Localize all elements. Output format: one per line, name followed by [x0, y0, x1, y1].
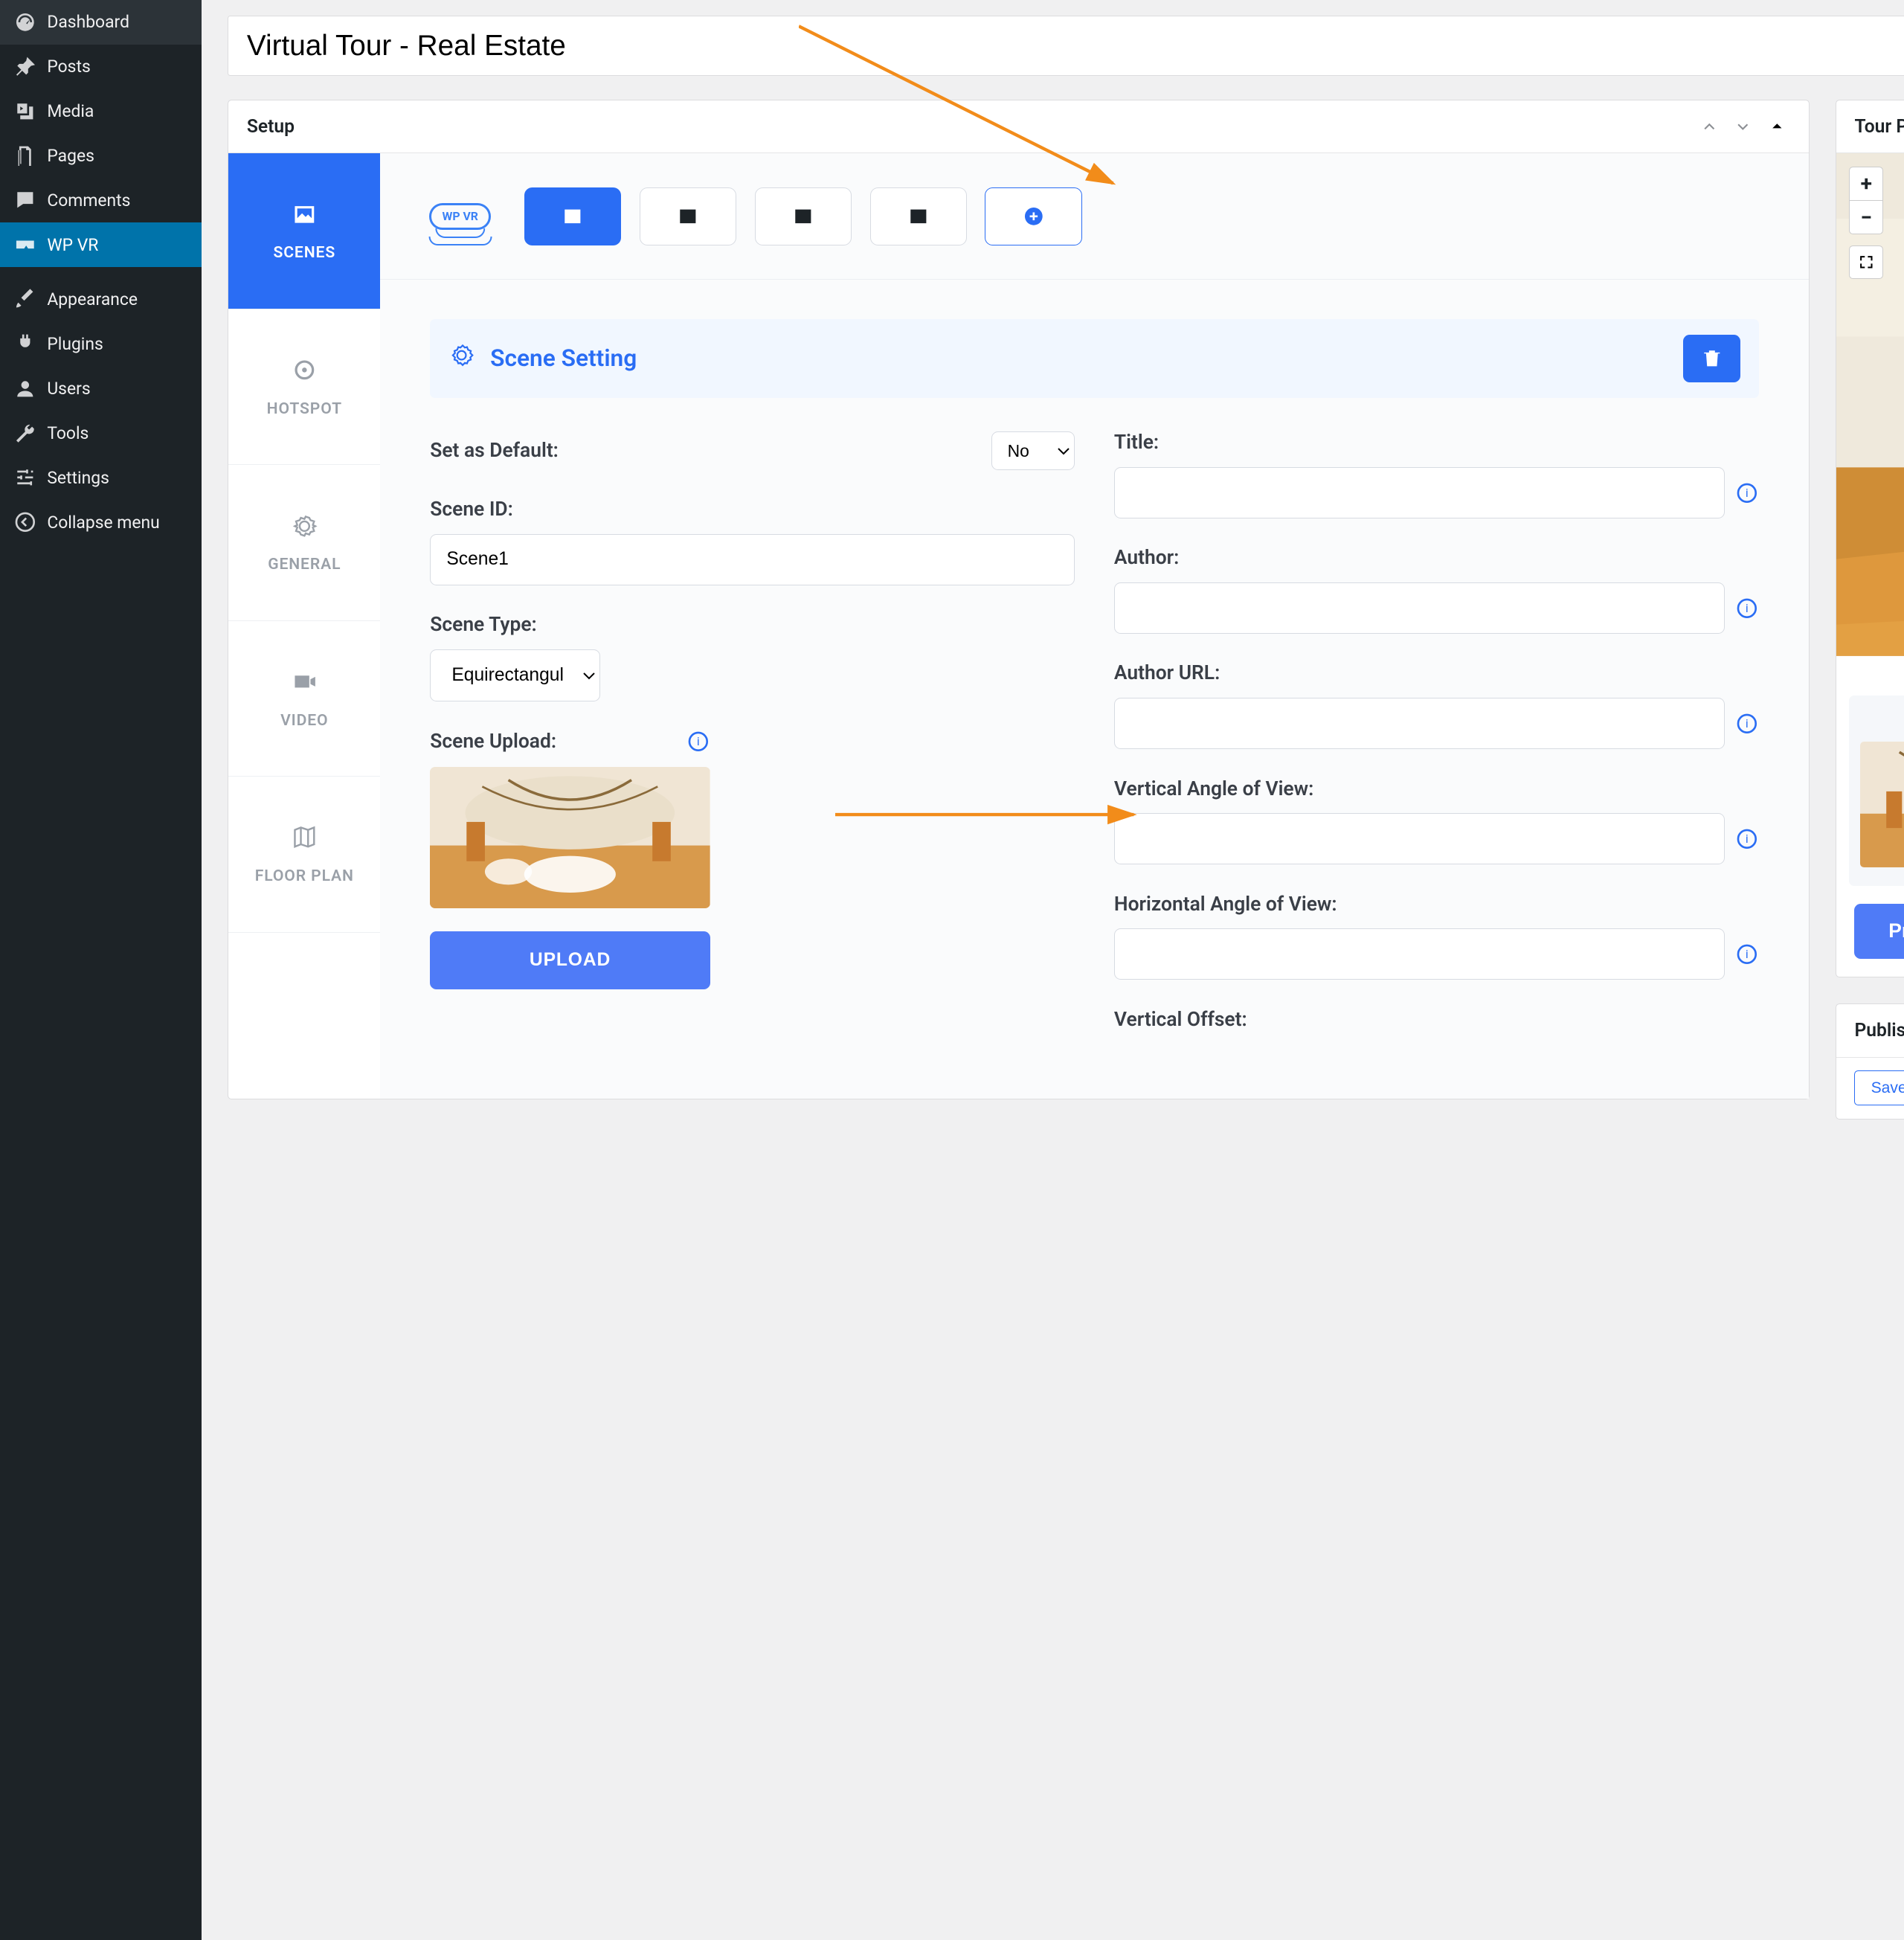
user-icon	[13, 377, 37, 401]
sidebar-item-plugins[interactable]: Plugins	[0, 322, 202, 367]
voffset-label: Vertical Offset:	[1114, 1009, 1759, 1031]
preview-button[interactable]: Preview	[1854, 904, 1904, 958]
sidebar-item-appearance[interactable]: Appearance	[0, 277, 202, 322]
scene-chip-row: WP VR	[380, 153, 1808, 280]
zoom-out-button[interactable]: −	[1849, 201, 1883, 235]
setup-vertical-tabs: SCENES HOTSPOT GENERAL VIDEO FLOOR PLAN	[228, 153, 380, 1099]
scene-gallery: Scene1 Scene2 Scene3	[1849, 696, 1904, 886]
svg-text:i: i	[1746, 486, 1749, 500]
scene-chip-3[interactable]	[755, 187, 852, 245]
map-icon	[290, 823, 319, 856]
scene-id-label: Scene ID:	[430, 498, 1075, 521]
panel-toggle-icon[interactable]	[1764, 114, 1790, 140]
preview-panel: Tour Preview	[1836, 100, 1904, 977]
scene-setting-header: Scene Setting	[430, 319, 1759, 398]
panel-down-icon[interactable]	[1730, 114, 1756, 140]
media-icon	[13, 100, 37, 123]
scene-type-select[interactable]: Equirectangular	[430, 649, 600, 701]
scene-chip-add[interactable]	[985, 187, 1081, 245]
author-url-input[interactable]	[1114, 698, 1725, 749]
sidebar-item-comments[interactable]: Comments	[0, 178, 202, 222]
brush-icon	[13, 288, 37, 312]
scene-chip-2[interactable]	[640, 187, 736, 245]
author-input[interactable]	[1114, 582, 1725, 634]
wrench-icon	[13, 422, 37, 446]
tab-video[interactable]: VIDEO	[228, 621, 380, 777]
svg-text:i: i	[697, 734, 700, 748]
panorama-viewport[interactable]: + −	[1836, 153, 1904, 656]
sidebar-item-pages[interactable]: Pages	[0, 133, 202, 178]
author-url-label: Author URL:	[1114, 662, 1759, 684]
gear-icon	[290, 512, 319, 545]
haov-input[interactable]	[1114, 928, 1725, 980]
main-content: Setup SCENES HOTSPOT GENERAL VIDEO	[202, 0, 1904, 1940]
comment-icon	[13, 188, 37, 212]
fullscreen-button[interactable]	[1849, 245, 1883, 280]
scene-chip-1[interactable]	[524, 187, 621, 245]
sidebar-item-users[interactable]: Users	[0, 367, 202, 411]
sidebar-item-posts[interactable]: Posts	[0, 45, 202, 89]
tab-hotspot[interactable]: HOTSPOT	[228, 309, 380, 465]
sidebar-item-tools[interactable]: Tools	[0, 411, 202, 456]
tab-floorplan[interactable]: FLOOR PLAN	[228, 777, 380, 932]
tab-scenes[interactable]: SCENES	[228, 153, 380, 309]
plug-icon	[13, 333, 37, 356]
sidebar-item-collapse[interactable]: Collapse menu	[0, 500, 202, 545]
video-icon	[290, 667, 319, 701]
upload-button[interactable]: UPLOAD	[430, 931, 710, 989]
sidebar-item-wpvr[interactable]: WP VR	[0, 222, 202, 267]
haov-label: Horizontal Angle of View:	[1114, 893, 1759, 916]
scene-upload-preview[interactable]	[430, 767, 710, 908]
svg-text:i: i	[1746, 947, 1749, 961]
preview-panel-title: Tour Preview	[1854, 116, 1904, 138]
collapse-icon	[13, 510, 37, 534]
target-icon	[290, 356, 319, 389]
scene-type-label: Scene Type:	[430, 614, 1075, 636]
set-default-select[interactable]: No	[991, 431, 1075, 469]
gauge-icon	[13, 10, 37, 34]
delete-scene-button[interactable]	[1683, 335, 1740, 382]
help-icon[interactable]: i	[1735, 597, 1759, 620]
wpvr-logo: WP VR	[414, 190, 506, 242]
help-icon[interactable]: i	[1735, 481, 1759, 505]
set-default-label: Set as Default:	[430, 440, 559, 462]
sidebar-item-media[interactable]: Media	[0, 89, 202, 134]
panel-up-icon[interactable]	[1696, 114, 1722, 140]
sliders-icon	[13, 466, 37, 489]
title-label: Title:	[1114, 431, 1759, 454]
image-icon	[290, 200, 319, 234]
title-input[interactable]	[1114, 467, 1725, 518]
gear-icon	[448, 342, 475, 374]
author-label: Author:	[1114, 547, 1759, 569]
help-icon[interactable]: i	[1735, 712, 1759, 736]
scene-id-input[interactable]	[430, 534, 1075, 585]
help-icon[interactable]: i	[686, 730, 710, 754]
help-icon[interactable]: i	[1735, 942, 1759, 966]
svg-text:i: i	[1746, 601, 1749, 615]
save-draft-button[interactable]: Save Draft	[1854, 1070, 1904, 1105]
admin-sidebar: Dashboard Posts Media Pages Comments WP …	[0, 0, 202, 1940]
zoom-in-button[interactable]: +	[1849, 167, 1883, 201]
publish-panel-title: Publish	[1854, 1020, 1904, 1041]
vaov-input[interactable]	[1114, 813, 1725, 864]
scene-upload-label: Scene Upload:	[430, 730, 556, 753]
sidebar-item-dashboard[interactable]: Dashboard	[0, 0, 202, 45]
vaov-label: Vertical Angle of View:	[1114, 778, 1759, 800]
tour-title-input[interactable]	[228, 16, 1904, 76]
tab-general[interactable]: GENERAL	[228, 465, 380, 620]
help-icon[interactable]: i	[1735, 827, 1759, 851]
pin-icon	[13, 55, 37, 79]
setup-panel: Setup SCENES HOTSPOT GENERAL VIDEO	[228, 100, 1809, 1099]
pages-icon	[13, 144, 37, 168]
vr-icon	[13, 233, 37, 257]
scene-chip-4[interactable]	[870, 187, 967, 245]
setup-panel-title: Setup	[247, 116, 295, 138]
scene-thumb-1[interactable]: Scene1	[1860, 714, 1904, 868]
sidebar-item-settings[interactable]: Settings	[0, 455, 202, 500]
svg-text:i: i	[1746, 832, 1749, 846]
svg-text:i: i	[1746, 716, 1749, 730]
